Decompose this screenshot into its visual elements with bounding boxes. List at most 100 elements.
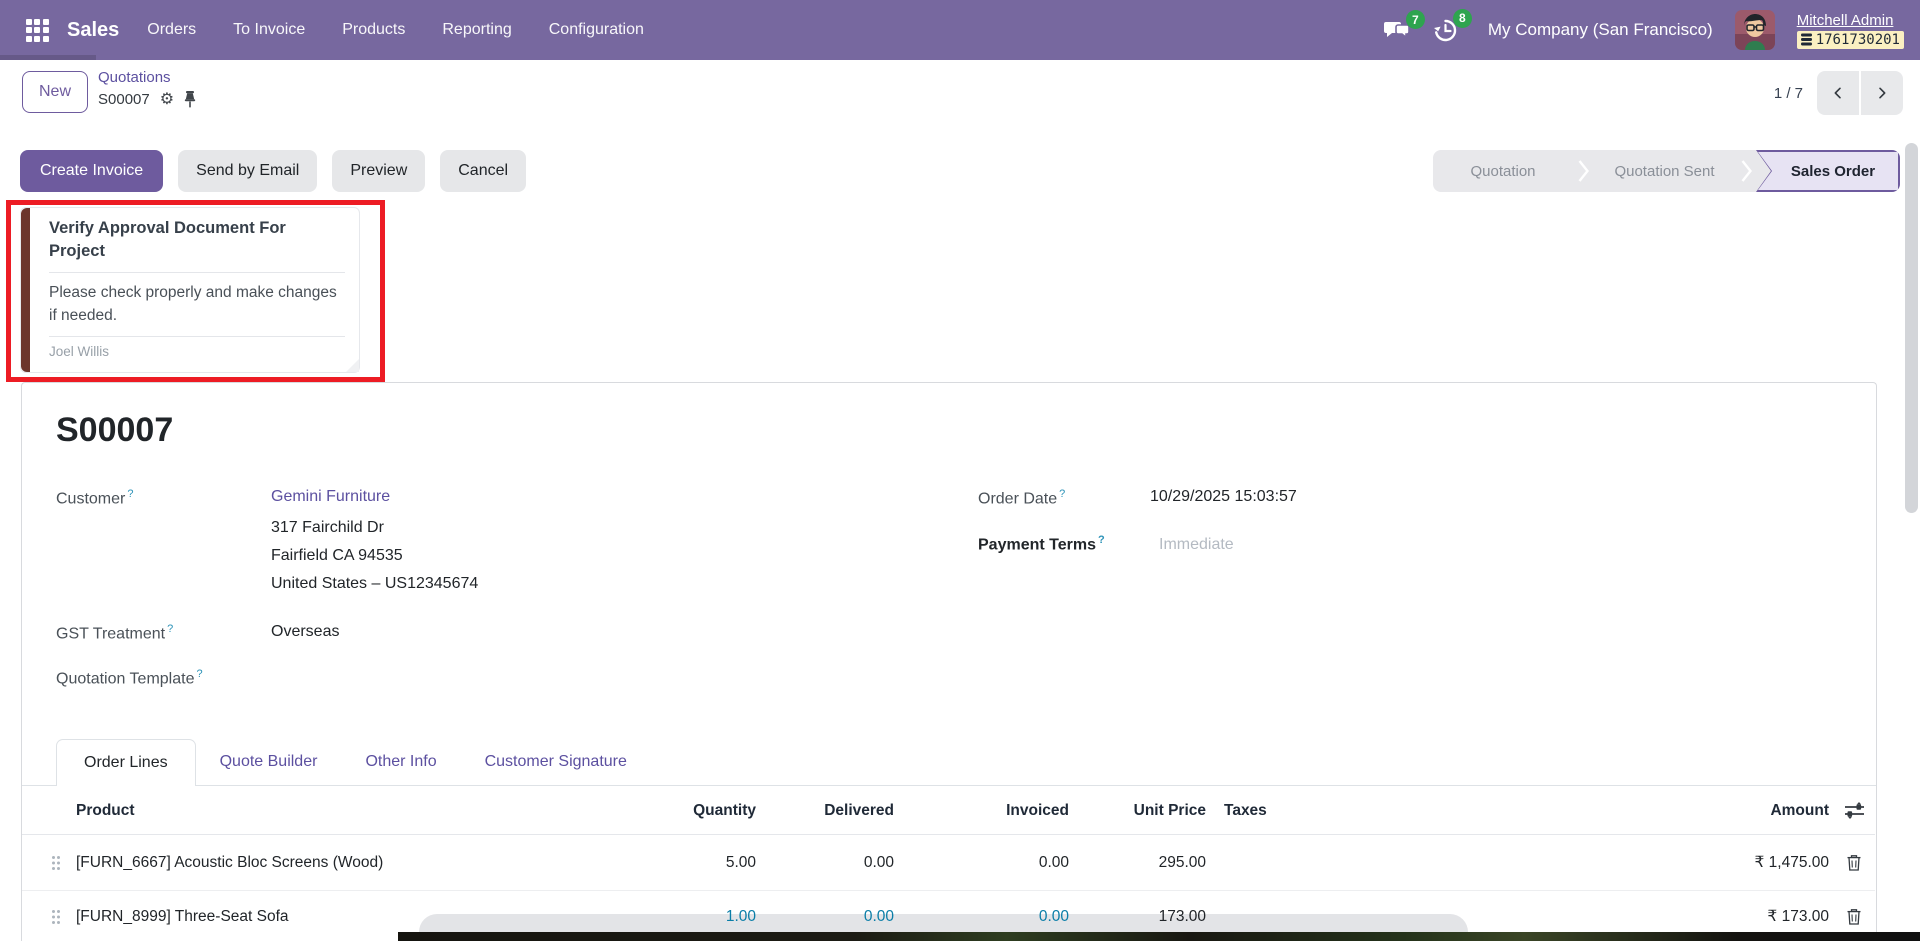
scrollbar[interactable] [1905,143,1918,513]
delete-line-button[interactable] [1845,853,1863,873]
customer-address-line: 317 Fairchild Dr [271,519,384,537]
pin-icon[interactable] [184,91,196,108]
col-taxes[interactable]: Taxes [1209,802,1539,820]
help-icon: ? [1059,488,1065,500]
send-by-email-button[interactable]: Send by Email [178,150,317,192]
notebook-tabs: Order Lines Quote Builder Other Info Cus… [22,739,1876,786]
control-panel: New Quotations S00007 ⚙ 1 / 7 [0,60,1920,140]
customer-address-line: Fairfield CA 94535 [271,547,403,565]
status-separator [1573,150,1593,192]
table-header-row: Product Quantity Delivered Invoiced Unit… [22,787,1875,835]
divider [49,336,345,337]
tab-other-info[interactable]: Other Info [341,739,460,785]
note-color-bar [21,208,30,372]
col-amount[interactable]: Amount [1539,802,1832,820]
menu-products[interactable]: Products [342,21,405,39]
screen-bottom-edge [398,932,1920,941]
order-date-label: Order Date? [978,488,1065,508]
order-line-row[interactable]: [FURN_6667] Acoustic Bloc Screens (Wood)… [22,835,1875,891]
menu-orders[interactable]: Orders [147,21,196,39]
action-buttons: Create Invoice Send by Email Preview Can… [20,150,526,192]
menu-to-invoice[interactable]: To Invoice [233,21,305,39]
menu-configuration[interactable]: Configuration [549,21,644,39]
status-quotation-sent[interactable]: Quotation Sent [1593,150,1736,192]
delivered-cell[interactable]: 0.00 [759,854,897,872]
quantity-cell[interactable]: 1.00 [649,908,759,926]
user-name: Mitchell Admin [1797,12,1894,29]
payment-terms-label: Payment Terms? [978,534,1105,554]
record-pager: 1 / 7 [1774,71,1903,115]
unit-price-cell[interactable]: 173.00 [1072,908,1209,926]
payment-terms-field[interactable]: Immediate [1159,536,1234,554]
company-switcher[interactable]: My Company (San Francisco) [1488,20,1713,40]
pager-previous-button[interactable] [1817,71,1859,115]
note-title: Verify Approval Document For Project [49,217,339,263]
tab-order-lines[interactable]: Order Lines [56,739,196,786]
drag-handle[interactable] [39,855,73,871]
avatar[interactable] [1735,10,1775,50]
status-separator [1736,150,1756,192]
divider [49,272,345,273]
status-active-label: Sales Order [1781,163,1875,180]
invoiced-cell[interactable]: 0.00 [897,908,1072,926]
note-body-text: Please check properly and make changes i… [49,281,339,327]
activity-note: Verify Approval Document For Project Ple… [20,207,360,373]
trash-icon [1847,909,1861,925]
statusbar: Quotation Quotation Sent Sales Order [1433,150,1900,192]
database-icon [1801,33,1812,46]
status-sales-order[interactable]: Sales Order [1756,150,1900,192]
note-author: Joel Willis [49,344,345,359]
breadcrumb: Quotations S00007 ⚙ [98,69,196,108]
delete-line-button[interactable] [1845,907,1863,927]
pager-next-button[interactable] [1861,71,1903,115]
user-menu[interactable]: Mitchell Admin 1761730201 [1797,12,1904,49]
col-delivered[interactable]: Delivered [759,802,897,820]
amount-cell: ₹ 1,475.00 [1539,853,1832,872]
quantity-cell[interactable]: 5.00 [649,854,759,872]
tab-customer-signature[interactable]: Customer Signature [461,739,651,785]
drag-dots-icon [51,909,61,925]
product-cell[interactable]: [FURN_6667] Acoustic Bloc Screens (Wood) [73,854,649,872]
activities-count-badge: 8 [1453,9,1472,28]
drag-handle[interactable] [39,909,73,925]
help-icon: ? [196,668,202,680]
cancel-button[interactable]: Cancel [440,150,526,192]
help-icon: ? [1098,534,1105,546]
pager-counter: 1 / 7 [1774,85,1803,102]
menu-reporting[interactable]: Reporting [442,21,511,39]
col-invoiced[interactable]: Invoiced [897,802,1072,820]
gear-icon[interactable]: ⚙ [160,92,174,108]
customer-link[interactable]: Gemini Furniture [271,488,390,506]
app-name[interactable]: Sales [67,19,119,42]
order-reference: S00007 [56,411,173,450]
trash-icon [1847,855,1861,871]
gst-treatment-value[interactable]: Overseas [271,623,339,641]
new-button[interactable]: New [22,71,88,113]
help-icon: ? [127,488,133,500]
tab-quote-builder[interactable]: Quote Builder [196,739,342,785]
col-quantity[interactable]: Quantity [649,802,759,820]
order-date-value[interactable]: 10/29/2025 15:03:57 [1150,488,1297,506]
customer-label: Customer? [56,488,133,508]
optional-columns-icon[interactable] [1844,802,1865,819]
create-invoice-button[interactable]: Create Invoice [20,150,163,192]
preview-button[interactable]: Preview [332,150,425,192]
col-unit-price[interactable]: Unit Price [1072,802,1209,820]
status-quotation[interactable]: Quotation [1433,150,1573,192]
delivered-cell[interactable]: 0.00 [759,908,897,926]
breadcrumb-quotations-link[interactable]: Quotations [98,69,196,86]
help-icon: ? [167,623,173,635]
note-fold-corner [346,359,359,372]
form-sheet: S00007 Customer? Gemini Furniture 317 Fa… [21,382,1877,941]
top-navbar: Sales Orders To Invoice Products Reporti… [0,0,1920,60]
messages-count-badge: 7 [1406,10,1425,29]
invoiced-cell[interactable]: 0.00 [897,854,1072,872]
product-cell[interactable]: [FURN_8999] Three-Seat Sofa [73,908,649,926]
unit-price-cell[interactable]: 295.00 [1072,854,1209,872]
drag-dots-icon [51,855,61,871]
col-product[interactable]: Product [73,802,649,820]
activities-button[interactable]: 8 [1433,18,1458,43]
messages-button[interactable]: 7 [1384,19,1411,41]
apps-menu-icon[interactable] [13,0,61,60]
order-lines-table: Product Quantity Delivered Invoiced Unit… [22,787,1875,941]
